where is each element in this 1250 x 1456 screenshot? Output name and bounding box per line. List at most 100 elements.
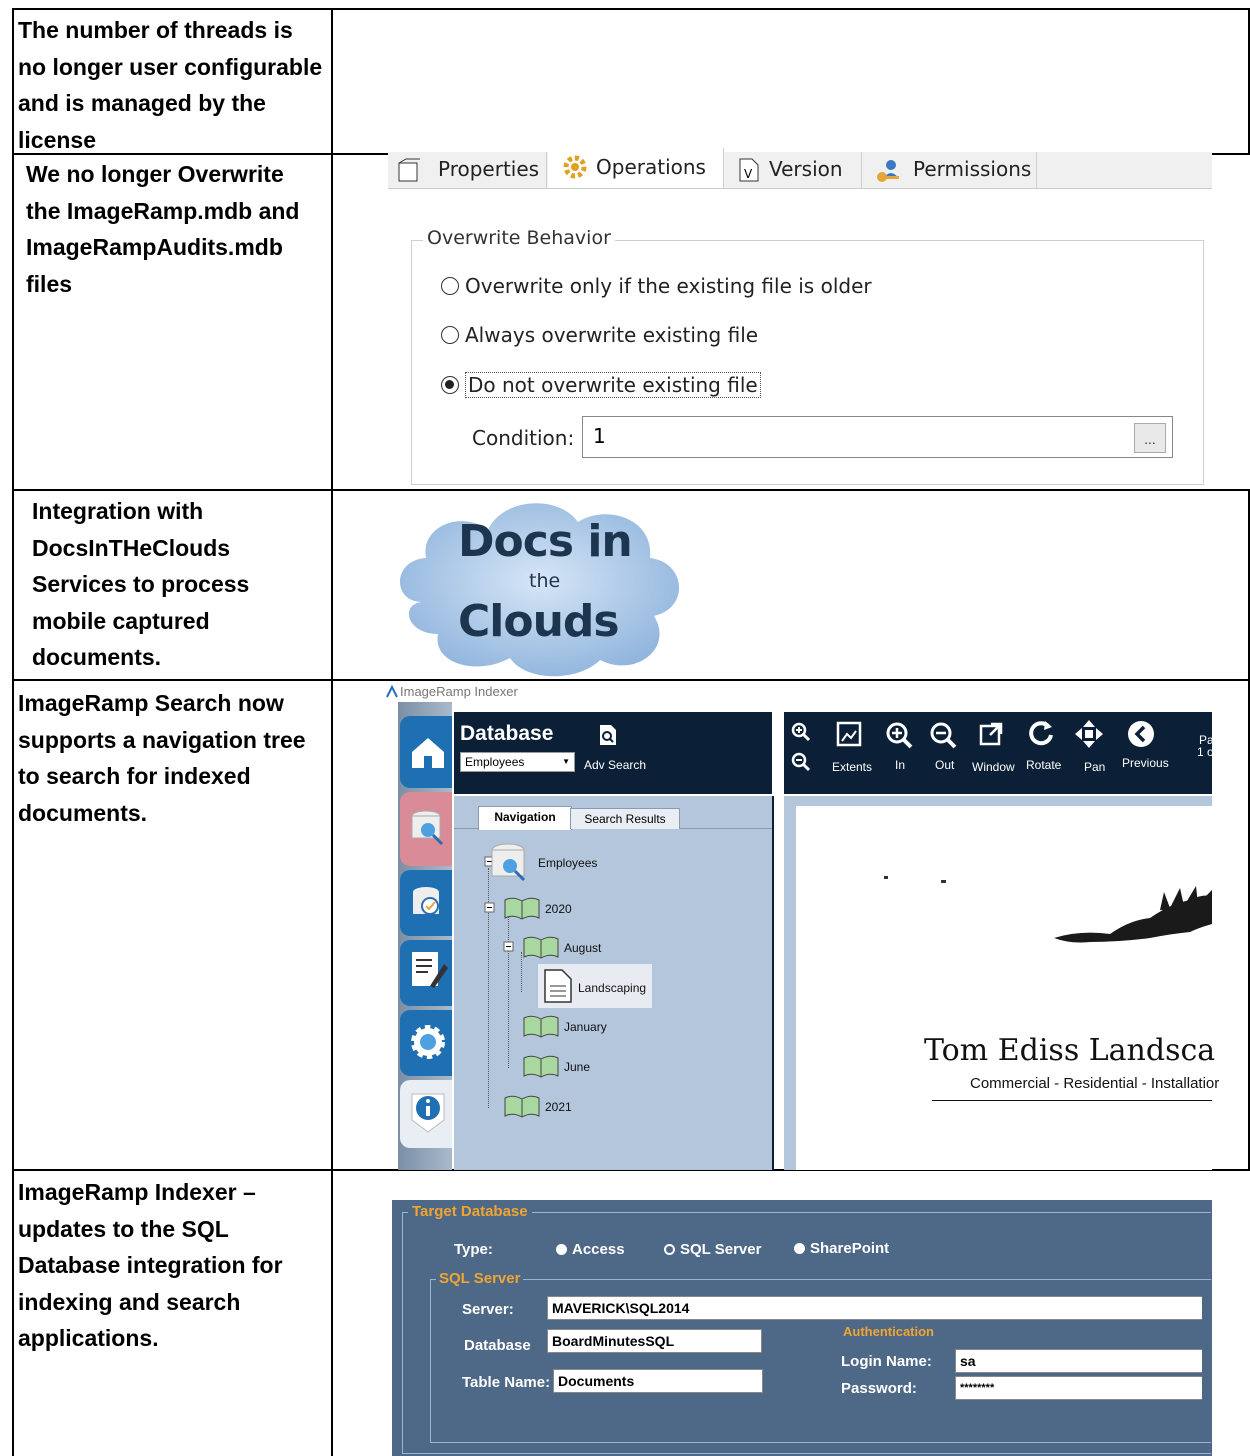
option-label: Overwrite only if the existing file is o…	[465, 274, 872, 298]
gear-icon	[411, 1025, 445, 1059]
row-divider	[12, 679, 1250, 681]
tree-node-june[interactable]: June	[564, 1060, 590, 1074]
previous-label: Previous	[1122, 756, 1169, 770]
overwrite-behavior-title: Overwrite Behavior	[423, 227, 615, 249]
option-overwrite-if-older[interactable]: Overwrite only if the existing file is o…	[441, 273, 872, 299]
tree-node-january[interactable]: January	[564, 1020, 607, 1034]
login-label: Login Name:	[841, 1353, 932, 1370]
database-search-tab[interactable]	[400, 792, 452, 866]
book-icon	[523, 1015, 559, 1038]
tree-node-august[interactable]: August	[564, 941, 601, 955]
properties-icon	[398, 158, 420, 182]
adv-search-icon	[600, 725, 616, 745]
info-icon	[411, 1093, 445, 1133]
document-version-icon: V	[739, 158, 759, 182]
row-divider	[12, 489, 1250, 491]
radio-bullet	[794, 1243, 805, 1254]
info-tab[interactable]	[400, 1080, 452, 1148]
zoom-in-small-icon[interactable]	[791, 722, 811, 742]
login-input[interactable]: sa	[955, 1349, 1202, 1373]
gear-icon	[563, 155, 587, 179]
condition-value: 1	[593, 424, 606, 448]
database-search-icon	[411, 810, 444, 846]
previous-icon[interactable]	[1126, 719, 1156, 749]
tree-node-employees[interactable]: Employees	[538, 856, 597, 870]
rotate-label: Rotate	[1026, 758, 1062, 772]
tab-label: Properties	[438, 157, 540, 181]
collapse-icon[interactable]	[484, 902, 496, 914]
speck	[941, 880, 946, 883]
type-sql-server-option[interactable]: SQL Server	[664, 1241, 761, 1258]
pan-icon[interactable]	[1074, 719, 1104, 749]
document-subheading: Commercial - Residential - Installatior	[970, 1075, 1220, 1092]
option-do-not-overwrite[interactable]: Do not overwrite existing file	[441, 372, 761, 398]
window-icon[interactable]	[978, 721, 1004, 747]
type-sharepoint-option[interactable]: SharePoint	[794, 1240, 889, 1257]
server-input[interactable]: MAVERICK\SQL2014	[547, 1296, 1202, 1320]
speck	[884, 876, 888, 879]
tab-search-results[interactable]: Search Results	[570, 808, 680, 829]
adv-search-button[interactable]: Adv Search	[584, 758, 646, 772]
out-label: Out	[935, 758, 955, 772]
tab-operations[interactable]: Operations	[548, 148, 724, 188]
zoom-out-small-icon[interactable]	[791, 752, 811, 772]
chevron-down-icon: ▼	[562, 757, 570, 766]
table-name-input[interactable]: Documents	[553, 1369, 763, 1393]
database-select-value: Employees	[465, 755, 525, 769]
extents-label: Extents	[832, 760, 873, 774]
settings-tab[interactable]	[400, 1010, 452, 1076]
radio-button-selected[interactable]	[441, 376, 459, 394]
sql-server-title: SQL Server	[436, 1270, 524, 1287]
rotate-icon[interactable]	[1027, 719, 1055, 747]
type-option-label: SharePoint	[810, 1240, 890, 1257]
tab-version[interactable]: V Version	[725, 152, 862, 188]
zoom-in-icon[interactable]	[885, 721, 913, 749]
option-always-overwrite[interactable]: Always overwrite existing file	[441, 322, 758, 348]
book-icon	[523, 936, 559, 959]
document-icon	[544, 969, 572, 1003]
password-input[interactable]: ********	[955, 1376, 1202, 1400]
home-icon	[412, 738, 444, 768]
svg-text:V: V	[744, 167, 753, 181]
database-label: Database	[464, 1337, 531, 1354]
type-option-label: Access	[572, 1241, 625, 1258]
in-label: In	[895, 758, 906, 772]
tab-navigation[interactable]: Navigation	[478, 806, 572, 830]
tree-node-2021[interactable]: 2021	[545, 1100, 572, 1114]
tree-node-landscaping[interactable]: Landscaping	[578, 981, 646, 995]
password-label: Password:	[841, 1380, 917, 1397]
type-access-option[interactable]: Access	[556, 1241, 625, 1258]
imageramp-app-icon	[386, 685, 398, 698]
tab-label: Permissions	[913, 157, 1032, 181]
book-icon	[504, 897, 540, 920]
tab-permissions[interactable]: Permissions	[863, 152, 1037, 188]
extents-icon[interactable]	[836, 721, 862, 747]
edit-tab[interactable]	[400, 940, 452, 1006]
browse-button[interactable]: ...	[1134, 423, 1166, 453]
collapse-icon[interactable]	[503, 941, 515, 953]
target-database-panel: Target Database Type: Access SQL Server …	[392, 1200, 1212, 1456]
document-rule	[932, 1100, 1212, 1101]
indexed-tab[interactable]	[400, 870, 452, 936]
tab-properties[interactable]: Properties	[388, 152, 547, 188]
server-label: Server:	[462, 1301, 514, 1318]
tree-silhouette-image	[1054, 886, 1212, 943]
logo-line-3: Clouds	[458, 596, 620, 647]
authentication-title: Authentication	[843, 1324, 934, 1339]
row-4-description: ImageRamp Search now supports a navigati…	[18, 690, 306, 826]
row-1-description: The number of threads is no longer user …	[18, 17, 323, 153]
database-input[interactable]: BoardMinutesSQL	[547, 1329, 762, 1353]
condition-input[interactable]: 1	[582, 416, 1173, 458]
logo-line-2: the	[529, 570, 561, 592]
logo-line-1: Docs in	[458, 516, 633, 567]
tree-node-2020[interactable]: 2020	[545, 902, 572, 916]
radio-button[interactable]	[441, 326, 459, 344]
home-tab[interactable]	[400, 716, 452, 788]
zoom-out-icon[interactable]	[929, 721, 957, 749]
radio-bullet-selected	[664, 1244, 675, 1255]
database-select[interactable]: Employees ▼	[460, 752, 575, 772]
document-page	[796, 806, 1212, 1170]
row-2-description: We no longer Overwrite the ImageRamp.mdb…	[26, 161, 300, 297]
users-key-icon	[877, 160, 899, 182]
radio-button[interactable]	[441, 277, 459, 295]
